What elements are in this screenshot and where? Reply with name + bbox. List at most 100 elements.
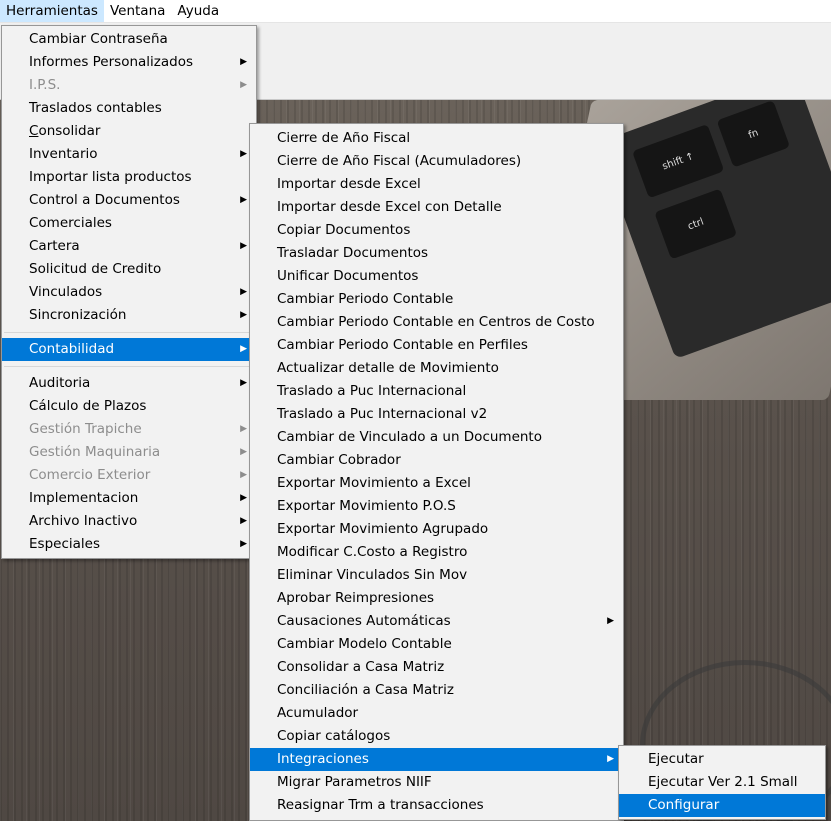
contabilidad-item-causaciones-automaticas[interactable]: Causaciones Automáticas ▶	[250, 610, 623, 633]
menu-item-label: Copiar Documentos	[277, 222, 411, 238]
herramientas-item-traslados-contables[interactable]: Traslados contables	[2, 97, 256, 120]
menu-item-label: Implementacion	[29, 490, 139, 506]
herramientas-item-implementacion[interactable]: Implementacion ▶	[2, 487, 256, 510]
triangle-right-icon: ▶	[607, 616, 614, 626]
contabilidad-item-exportar-movimiento-p-o-s[interactable]: Exportar Movimiento P.O.S	[250, 495, 623, 518]
menubar-herramientas[interactable]: Herramientas	[0, 0, 104, 22]
menu-item-label: Inventario	[29, 146, 98, 162]
triangle-right-icon: ▶	[240, 378, 247, 388]
contabilidad-item-migrar-parametros-niif[interactable]: Migrar Parametros NIIF	[250, 771, 623, 794]
menu-separator	[4, 332, 254, 333]
herramientas-menu: Cambiar Contraseña Informes Personalizado…	[1, 25, 257, 559]
menu-item-label: Cambiar Modelo Contable	[277, 636, 452, 652]
triangle-right-icon: ▶	[240, 241, 247, 251]
herramientas-item-calculo-de-plazos[interactable]: Cálculo de Plazos	[2, 395, 256, 418]
integraciones-item-configurar[interactable]: Configurar	[619, 794, 825, 817]
menu-item-label: Eliminar Vinculados Sin Mov	[277, 567, 468, 583]
contabilidad-submenu: Cierre de Año Fiscal Cierre de Año Fiscal…	[249, 123, 624, 821]
menu-item-label: Consolidar a Casa Matriz	[277, 659, 445, 675]
herramientas-item-especiales[interactable]: Especiales ▶	[2, 533, 256, 556]
menu-item-label: Vinculados	[29, 284, 103, 300]
contabilidad-item-consolidar-a-casa-matriz[interactable]: Consolidar a Casa Matriz	[250, 656, 623, 679]
menu-item-label: Acumulador	[277, 705, 359, 721]
herramientas-item-informes-personalizados[interactable]: Informes Personalizados ▶	[2, 51, 256, 74]
contabilidad-item-cambiar-periodo-contable[interactable]: Cambiar Periodo Contable	[250, 288, 623, 311]
menu-item-label: Exportar Movimiento P.O.S	[277, 498, 456, 514]
menubar-ayuda[interactable]: Ayuda	[171, 0, 225, 22]
herramientas-item-archivo-inactivo[interactable]: Archivo Inactivo ▶	[2, 510, 256, 533]
menu-item-label: Ejecutar Ver 2.1 Small	[648, 774, 798, 790]
menubar: Herramientas Ventana Ayuda	[0, 0, 831, 23]
contabilidad-item-cambiar-periodo-contable-en-perfiles[interactable]: Cambiar Periodo Contable en Perfiles	[250, 334, 623, 357]
menubar-ventana[interactable]: Ventana	[104, 0, 171, 22]
contabilidad-item-cambiar-de-vinculado-a-un-documento[interactable]: Cambiar de Vinculado a un Documento	[250, 426, 623, 449]
menu-item-label: Especiales	[29, 536, 100, 552]
menu-item-label: Cierre de Año Fiscal	[277, 130, 411, 146]
triangle-right-icon: ▶	[240, 310, 247, 320]
menu-item-label: Aprobar Reimpresiones	[277, 590, 435, 606]
menu-item-label: Actualizar detalle de Movimiento	[277, 360, 499, 376]
contabilidad-item-acumulador[interactable]: Acumulador	[250, 702, 623, 725]
menu-item-label: Cartera	[29, 238, 80, 254]
herramientas-item-contabilidad[interactable]: Contabilidad ▶	[2, 338, 256, 361]
contabilidad-item-eliminar-vinculados-sin-mov[interactable]: Eliminar Vinculados Sin Mov	[250, 564, 623, 587]
contabilidad-item-actualizar-detalle-de-movimiento[interactable]: Actualizar detalle de Movimiento	[250, 357, 623, 380]
menu-item-label: Copiar catálogos	[277, 728, 391, 744]
herramientas-item-cambiar-contrasena[interactable]: Cambiar Contraseña	[2, 28, 256, 51]
contabilidad-item-importar-desde-excel-con-detalle[interactable]: Importar desde Excel con Detalle	[250, 196, 623, 219]
herramientas-item-gestion-maquinaria: Gestión Maquinaria ▶	[2, 441, 256, 464]
herramientas-item-solicitud-de-credito[interactable]: Solicitud de Credito	[2, 258, 256, 281]
contabilidad-item-aprobar-reimpresiones[interactable]: Aprobar Reimpresiones	[250, 587, 623, 610]
menu-item-label: Cambiar de Vinculado a un Documento	[277, 429, 542, 445]
herramientas-item-auditoria[interactable]: Auditoria ▶	[2, 372, 256, 395]
menu-item-label: Reasignar Trm a transacciones	[277, 797, 484, 813]
contabilidad-item-unificar-documentos[interactable]: Unificar Documentos	[250, 265, 623, 288]
contabilidad-item-exportar-movimiento-agrupado[interactable]: Exportar Movimiento Agrupado	[250, 518, 623, 541]
contabilidad-item-conciliacion-a-casa-matriz[interactable]: Conciliación a Casa Matriz	[250, 679, 623, 702]
herramientas-item-inventario[interactable]: Inventario ▶	[2, 143, 256, 166]
herramientas-item-gestion-trapiche: Gestión Trapiche ▶	[2, 418, 256, 441]
herramientas-item-consolidar[interactable]: Consolidar	[2, 120, 256, 143]
contabilidad-item-cierre-de-ano-fiscal-acumuladores[interactable]: Cierre de Año Fiscal (Acumuladores)	[250, 150, 623, 173]
contabilidad-item-modificar-c-costo-a-registro[interactable]: Modificar C.Costo a Registro	[250, 541, 623, 564]
triangle-right-icon: ▶	[240, 539, 247, 549]
contabilidad-item-cambiar-cobrador[interactable]: Cambiar Cobrador	[250, 449, 623, 472]
herramientas-item-control-a-documentos[interactable]: Control a Documentos ▶	[2, 189, 256, 212]
contabilidad-item-importar-desde-excel[interactable]: Importar desde Excel	[250, 173, 623, 196]
integraciones-submenu: Ejecutar Ejecutar Ver 2.1 Small Configurar	[618, 745, 826, 820]
contabilidad-item-cambiar-modelo-contable[interactable]: Cambiar Modelo Contable	[250, 633, 623, 656]
triangle-right-icon: ▶	[240, 57, 247, 67]
menu-item-label: Exportar Movimiento Agrupado	[277, 521, 489, 537]
menu-item-label: Cambiar Periodo Contable	[277, 291, 454, 307]
triangle-right-icon: ▶	[240, 516, 247, 526]
menu-item-label: Auditoria	[29, 375, 91, 391]
contabilidad-item-copiar-catalogos[interactable]: Copiar catálogos	[250, 725, 623, 748]
menu-item-label: Cambiar Periodo Contable en Centros de C…	[277, 314, 595, 330]
menu-item-label: Cálculo de Plazos	[29, 398, 147, 414]
integraciones-item-ejecutar-ver-2-1-small[interactable]: Ejecutar Ver 2.1 Small	[619, 771, 825, 794]
menu-item-label: Importar lista productos	[29, 169, 192, 185]
herramientas-item-sincronizacion[interactable]: Sincronización ▶	[2, 304, 256, 327]
menu-item-label: Informes Personalizados	[29, 54, 194, 70]
contabilidad-item-cierre-de-ano-fiscal[interactable]: Cierre de Año Fiscal	[250, 127, 623, 150]
integraciones-item-ejecutar[interactable]: Ejecutar	[619, 748, 825, 771]
menu-item-label: Importar desde Excel con Detalle	[277, 199, 502, 215]
menu-item-label: Archivo Inactivo	[29, 513, 138, 529]
menu-item-label: Traslado a Puc Internacional	[277, 383, 467, 399]
contabilidad-item-copiar-documentos[interactable]: Copiar Documentos	[250, 219, 623, 242]
herramientas-item-comercio-exterior: Comercio Exterior ▶	[2, 464, 256, 487]
herramientas-item-vinculados[interactable]: Vinculados ▶	[2, 281, 256, 304]
contabilidad-item-cambiar-periodo-contable-en-centros-de-costo[interactable]: Cambiar Periodo Contable en Centros de C…	[250, 311, 623, 334]
contabilidad-item-integraciones[interactable]: Integraciones ▶	[250, 748, 623, 771]
herramientas-item-comerciales[interactable]: Comerciales	[2, 212, 256, 235]
contabilidad-item-traslado-a-puc-internacional-v2[interactable]: Traslado a Puc Internacional v2	[250, 403, 623, 426]
contabilidad-item-trasladar-documentos[interactable]: Trasladar Documentos	[250, 242, 623, 265]
contabilidad-item-reasignar-trm-a-transacciones[interactable]: Reasignar Trm a transacciones	[250, 794, 623, 817]
contabilidad-item-exportar-movimiento-a-excel[interactable]: Exportar Movimiento a Excel	[250, 472, 623, 495]
herramientas-item-cartera[interactable]: Cartera ▶	[2, 235, 256, 258]
menu-item-label: Exportar Movimiento a Excel	[277, 475, 471, 491]
herramientas-item-importar-lista-productos[interactable]: Importar lista productos	[2, 166, 256, 189]
contabilidad-item-traslado-a-puc-internacional[interactable]: Traslado a Puc Internacional	[250, 380, 623, 403]
menu-item-label: Traslados contables	[29, 100, 162, 116]
triangle-right-icon: ▶	[607, 754, 614, 764]
